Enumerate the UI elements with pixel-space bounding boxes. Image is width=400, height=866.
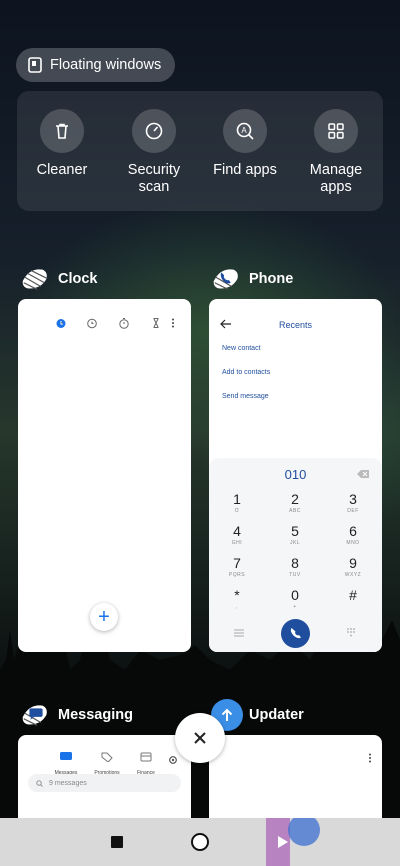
clock-app-icon: [20, 263, 52, 295]
cleaner-label: Cleaner: [36, 162, 88, 178]
call-button[interactable]: [281, 619, 310, 648]
close-icon: [194, 732, 206, 744]
phone-app-icon: [211, 263, 243, 295]
cleaner-shortcut[interactable]: Cleaner: [17, 109, 107, 179]
phone-app-header: Phone: [211, 263, 293, 295]
search-apps-icon: A: [223, 109, 267, 153]
phone-call-icon: [290, 628, 301, 639]
send-message-link[interactable]: Send message: [222, 393, 269, 400]
trash-icon: [40, 109, 84, 153]
messaging-tab-messages[interactable]: Messages: [48, 749, 84, 776]
dial-key-3[interactable]: 3 DEF: [318, 491, 382, 515]
alarm-icon[interactable]: [55, 317, 67, 329]
messages-search-placeholder: 9 messages: [49, 779, 87, 787]
add-alarm-symbol: +: [98, 606, 110, 628]
new-contact-link[interactable]: New contact: [222, 345, 261, 352]
floating-windows-button[interactable]: Floating windows: [16, 48, 176, 82]
stopwatch-icon[interactable]: [118, 317, 130, 329]
updater-more-options-icon[interactable]: [367, 752, 373, 764]
recents-title: Recents: [278, 320, 313, 330]
svg-text:A: A: [241, 126, 247, 135]
security-scan-label: Security scan: [127, 162, 181, 195]
messages-tab-icon: [60, 752, 72, 760]
search-icon: [36, 779, 43, 787]
messaging-tab-promotions[interactable]: Promotions: [89, 749, 125, 776]
world-clock-icon[interactable]: [86, 317, 98, 329]
quick-shortcuts-panel: Cleaner Security scan A Find apps Manage…: [17, 91, 383, 211]
home-nav-button[interactable]: [191, 833, 209, 851]
more-options-icon[interactable]: [170, 317, 176, 329]
floating-window-icon: [28, 57, 42, 73]
finance-card-icon: [140, 752, 152, 762]
back-nav-button[interactable]: [266, 810, 324, 866]
messages-search-field[interactable]: 9 messages: [28, 774, 181, 792]
messaging-app-icon: [20, 699, 52, 731]
add-to-contacts-link[interactable]: Add to contacts: [222, 369, 270, 376]
dial-key-hash[interactable]: #: [318, 587, 382, 603]
floating-windows-label: Floating windows: [50, 57, 162, 73]
backspace-icon[interactable]: [357, 470, 369, 478]
updater-app-header: Updater: [211, 699, 304, 731]
navigation-bar: [0, 810, 400, 866]
dial-key-9[interactable]: 9 WXYZ: [318, 555, 382, 579]
add-alarm-button[interactable]: +: [90, 603, 118, 631]
security-gauge-icon: [132, 109, 176, 153]
timer-icon[interactable]: [150, 317, 162, 329]
recents-nav-button[interactable]: [111, 836, 123, 848]
clock-app-header: Clock: [20, 263, 98, 295]
messaging-app-header: Messaging: [20, 699, 133, 731]
find-apps-shortcut[interactable]: A Find apps: [200, 109, 290, 179]
clock-tab-bar: [18, 317, 191, 333]
settings-gear-icon[interactable]: [168, 755, 178, 765]
phone-app-card[interactable]: Recents New contact Add to contacts Send…: [209, 299, 382, 652]
security-scan-shortcut[interactable]: Security scan: [109, 109, 199, 196]
back-triangle-icon: [266, 810, 320, 866]
dialpad-menu-icon[interactable]: [234, 629, 244, 637]
manage-apps-shortcut[interactable]: Manage apps: [291, 109, 381, 196]
dial-key-6[interactable]: 6 MNO: [318, 523, 382, 547]
messaging-app-name: Messaging: [58, 707, 133, 723]
grid-icon: [314, 109, 358, 153]
promotions-tag-icon: [101, 752, 113, 763]
clock-app-card[interactable]: +: [18, 299, 191, 652]
dialpad-panel: 010 1Ʊ 2 ABC 3 DEF 4 GHI 5 JKL 6 MNO 7 PQRS 8T…: [209, 458, 382, 652]
clock-app-name: Clock: [58, 271, 98, 287]
find-apps-label: Find apps: [213, 162, 277, 178]
dialpad-grid-icon[interactable]: [347, 628, 355, 637]
messaging-tab-finance[interactable]: Finance: [128, 749, 164, 776]
clear-all-button[interactable]: [175, 713, 225, 763]
phone-app-name: Phone: [249, 271, 294, 287]
manage-apps-label: Manage apps: [309, 162, 363, 195]
updater-app-name: Updater: [249, 707, 304, 723]
